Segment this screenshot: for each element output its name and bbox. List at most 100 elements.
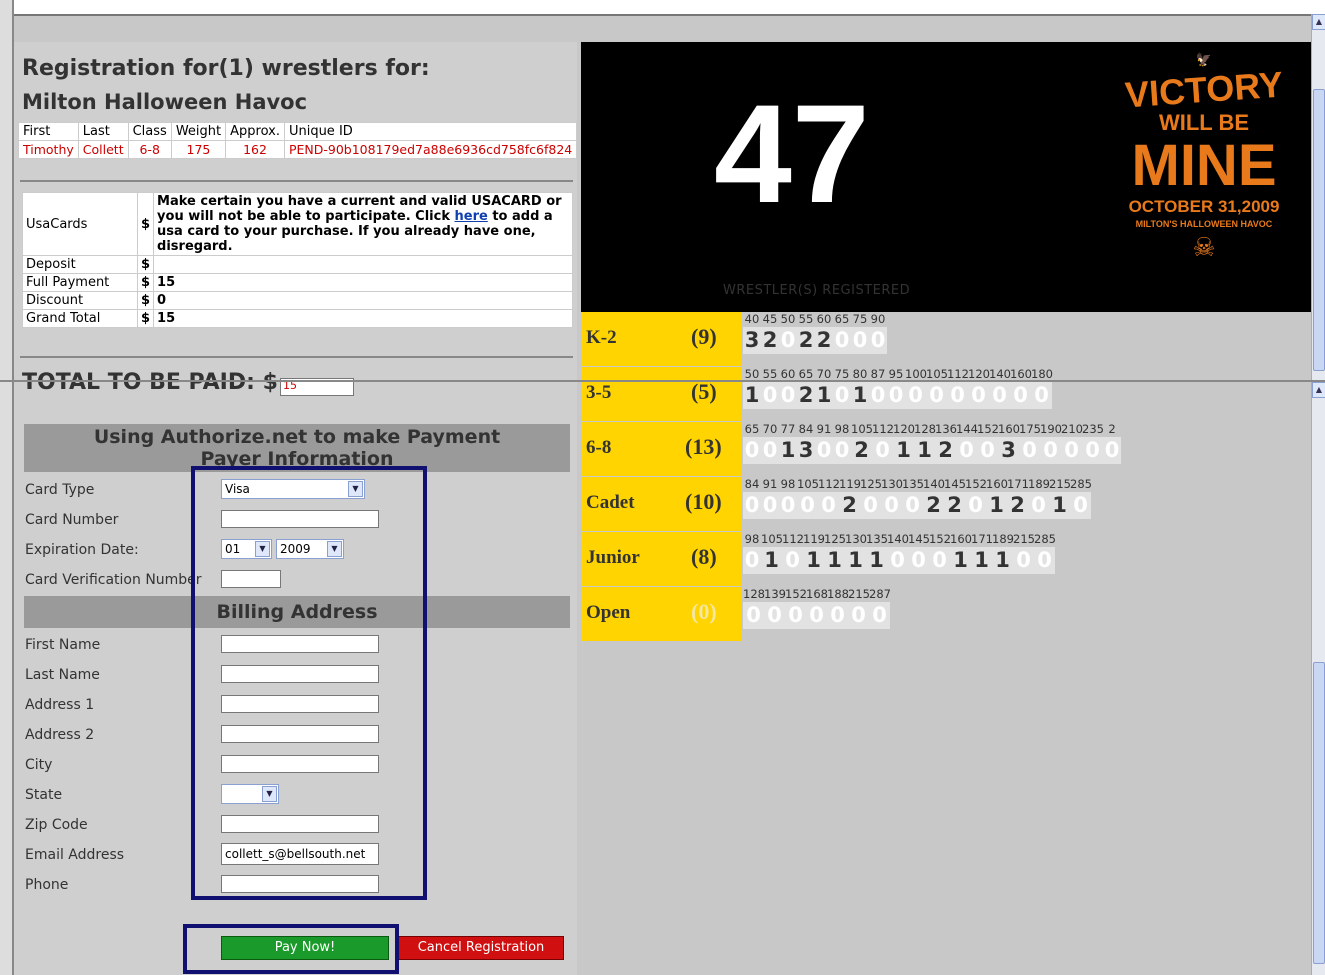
weight-count: 0 <box>1082 437 1103 464</box>
weight-cell: 152 0 <box>965 477 987 519</box>
division-count: (8) <box>691 544 717 569</box>
weight-cell: 70 1 <box>815 367 833 409</box>
weight-class: 144 <box>956 422 978 436</box>
city-label: City <box>25 757 53 773</box>
usacard-here-link[interactable]: here <box>455 209 488 224</box>
weight-cell: 80 1 <box>851 367 869 409</box>
weight-cell: 152 0 <box>929 532 951 574</box>
weight-count: 3 <box>797 437 815 464</box>
weight-count: 2 <box>944 492 965 519</box>
weight-class: 152 <box>929 532 951 546</box>
weight-count: 1 <box>779 437 797 464</box>
weight-count: 0 <box>1034 547 1055 574</box>
weight-count: 0 <box>860 492 881 519</box>
weight-class: 2 <box>1108 422 1116 436</box>
weight-cell: 100 0 <box>905 367 927 409</box>
weight-count: 1 <box>971 547 992 574</box>
weight-count: 0 <box>743 547 761 574</box>
weight-cell: 210 0 <box>1061 422 1083 464</box>
weight-class: 112 <box>782 532 804 546</box>
division-label: Cadet (10) <box>581 477 741 531</box>
weight-count: 2 <box>851 437 872 464</box>
scrollbar-thumb[interactable] <box>1313 662 1325 964</box>
fee-row-grand-total: Grand Total $15 <box>22 309 573 328</box>
address1-label: Address 1 <box>25 697 95 713</box>
weight-cell: 152 0 <box>977 422 999 464</box>
weight-cell: 140 0 <box>989 367 1011 409</box>
registered-count: 47 <box>714 75 870 232</box>
weight-cell: 190 0 <box>1040 422 1062 464</box>
weight-cell: 55 2 <box>797 312 815 354</box>
weight-cell: 65 0 <box>833 312 851 354</box>
lower-scrollbar[interactable]: ▲ <box>1311 382 1325 975</box>
weight-class: 135 <box>866 532 888 546</box>
weight-cell: 70 0 <box>761 422 779 464</box>
division-row: Junior (8) 98 0 105 1 112 0 119 1 125 1 130 1 135 1 140 0… <box>581 532 1325 586</box>
col-weight: Weight <box>170 122 227 141</box>
registration-panel: Registration for(1) wrestlers for: Milto… <box>14 42 578 975</box>
weight-class: 119 <box>803 532 825 546</box>
weight-count: 0 <box>806 602 827 629</box>
cell-unique-id: PEND-90b108179ed7a88e6936cd758fc6f824 <box>283 140 578 159</box>
weight-class: 285 <box>1070 477 1092 491</box>
weight-count: 1 <box>815 382 833 409</box>
division-name: 6-8 <box>586 437 612 458</box>
weight-cells: 128 0 139 0 152 0 168 0 188 0 215 0 287 0 <box>743 587 891 629</box>
weight-class: 120 <box>893 422 915 436</box>
weight-cell: 175 0 <box>1019 422 1041 464</box>
fee-label: UsaCards <box>22 192 138 256</box>
weight-cell: 90 0 <box>869 312 887 354</box>
division-row: 3-5 (5) 50 1 55 0 60 0 65 2 70 1 75 0 80 1 87 0 95 0 100 0 105… <box>581 367 1325 421</box>
weight-cell: 112 0 <box>947 367 969 409</box>
weight-count: 2 <box>935 437 956 464</box>
weight-class: 84 <box>798 422 814 436</box>
weight-cell: 130 1 <box>845 532 867 574</box>
weight-class: 160 <box>998 422 1020 436</box>
weight-count: 1 <box>803 547 824 574</box>
cell-last: Collett <box>77 140 129 159</box>
weight-count: 0 <box>743 492 761 519</box>
scroll-up-icon[interactable]: ▲ <box>1312 382 1325 398</box>
usacard-message: Make certain you have a current and vali… <box>153 192 573 256</box>
upper-scrollbar[interactable]: ▲ <box>1311 14 1325 380</box>
col-class: Class <box>127 122 172 141</box>
col-approx: Approx. <box>225 122 285 141</box>
weight-count: 0 <box>869 382 887 409</box>
scrollbar-thumb[interactable] <box>1313 89 1325 371</box>
cancel-registration-button[interactable]: Cancel Registration <box>398 936 564 960</box>
fee-label: Deposit <box>22 255 138 274</box>
weight-count: 2 <box>815 327 833 354</box>
weight-class: 45 <box>762 312 778 326</box>
weight-count: 0 <box>833 327 851 354</box>
divider <box>20 180 573 182</box>
weight-class: 189 <box>992 532 1014 546</box>
weight-cell: 120 0 <box>968 367 990 409</box>
weight-count: 0 <box>926 382 947 409</box>
event-title: Milton Halloween Havoc <box>22 90 308 114</box>
weight-cell: 145 2 <box>944 477 966 519</box>
weight-count: 0 <box>848 602 869 629</box>
fees-table: UsaCards $ Make certain you have a curre… <box>22 192 573 328</box>
weight-cells: 98 0 105 1 112 0 119 1 125 1 130 1 135 1 140 0 145 0 152 0 1… <box>743 532 1056 574</box>
weight-cell: 287 0 <box>869 587 891 629</box>
weight-cell: 55 0 <box>761 367 779 409</box>
division-name: 3-5 <box>586 382 612 403</box>
weight-class: 145 <box>908 532 930 546</box>
divider <box>20 356 573 358</box>
weight-count: 0 <box>887 382 905 409</box>
weight-class: 50 <box>780 312 796 326</box>
weight-count: 0 <box>908 547 929 574</box>
weight-count: 1 <box>743 382 761 409</box>
scroll-up-icon[interactable]: ▲ <box>1312 14 1325 30</box>
weight-count: 0 <box>1061 437 1082 464</box>
weight-count: 0 <box>833 382 851 409</box>
weight-count: 1 <box>1049 492 1070 519</box>
division-row: Cadet (10) 84 0 91 0 98 0 105 0 112 0 119 2 125 0 130 0 13… <box>581 477 1325 531</box>
weight-count: 0 <box>761 382 779 409</box>
currency-sign: $ <box>136 273 155 292</box>
weight-cell: 285 0 <box>1034 532 1056 574</box>
weight-cell: 235 0 <box>1082 422 1104 464</box>
weight-cell: 171 2 <box>1007 477 1029 519</box>
weight-cell: 65 2 <box>797 367 815 409</box>
division-label: K-2 (9) <box>581 312 741 366</box>
